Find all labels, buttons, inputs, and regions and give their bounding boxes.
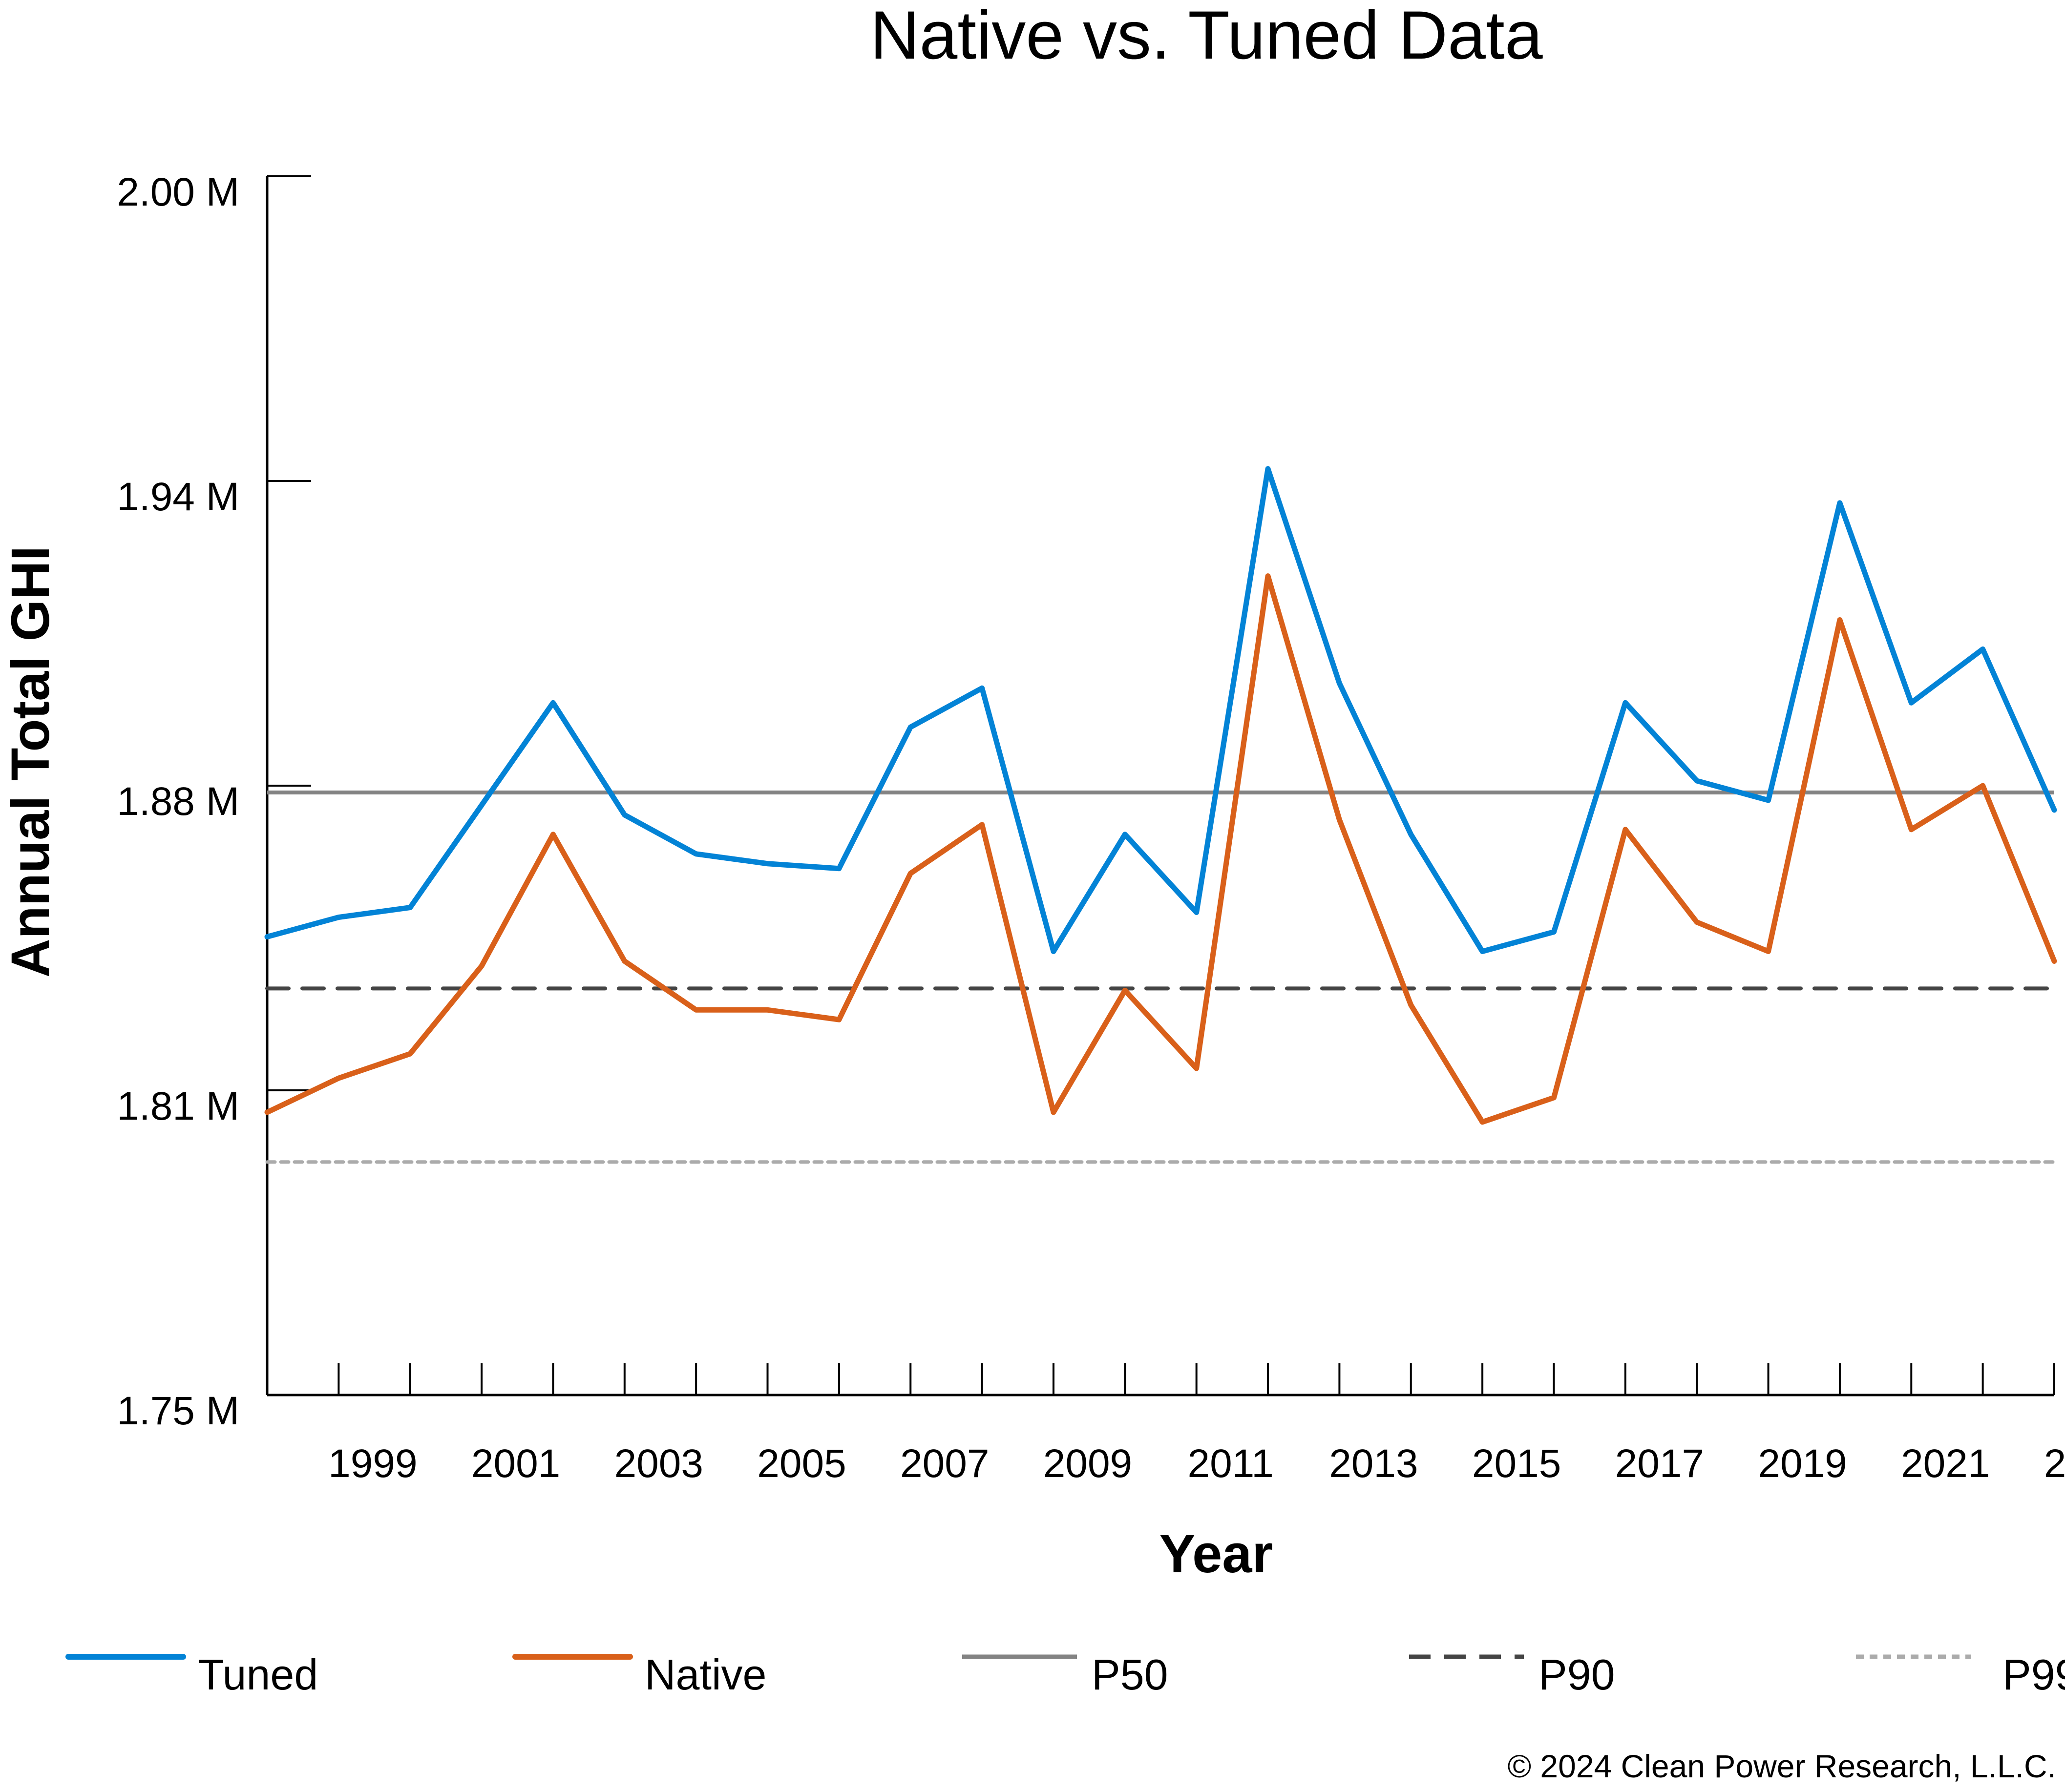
x-tick-label: 2003 (614, 1441, 703, 1486)
legend-label-p50: P50 (1092, 1650, 1168, 1699)
x-tick-label: 2009 (1043, 1441, 1132, 1486)
x-tick-label: 2001 (471, 1441, 560, 1486)
x-tick-label: 2005 (757, 1441, 846, 1486)
y-tick-label: 1.81 M (117, 1084, 239, 1128)
legend-label-p99: P99 (2002, 1650, 2065, 1699)
legend-label-tuned: Tuned (198, 1650, 318, 1699)
legend-label-native: Native (645, 1650, 766, 1699)
copyright-text: © 2024 Clean Power Research, L.L.C. (1507, 1748, 2056, 1784)
y-axis-title: Annual Total GHI (0, 546, 61, 978)
x-tick-label: 2019 (1758, 1441, 1847, 1486)
legend-label-p90: P90 (1538, 1650, 1615, 1699)
x-axis-title: Year (1159, 1524, 1273, 1584)
series-lines (264, 466, 2057, 1125)
x-tick-label: 2023 (2044, 1441, 2065, 1486)
x-tick-label: 1999 (328, 1441, 417, 1486)
chart: Native vs. Tuned Data Annual Total GHI Y… (0, 0, 2065, 1784)
chart-title: Native vs. Tuned Data (870, 0, 1543, 73)
y-tick-label: 1.94 M (117, 475, 239, 519)
legend: Tuned Native P50 P90 P99 (65, 1650, 2065, 1699)
series-line-native (264, 573, 2057, 1125)
x-tick-label: 2015 (1472, 1441, 1561, 1486)
x-tick-label: 2017 (1615, 1441, 1704, 1486)
y-tick-label: 1.75 M (117, 1389, 239, 1433)
x-tick-label: 2013 (1329, 1441, 1418, 1486)
y-tick-label: 2.00 M (117, 170, 239, 214)
x-tick-label: 2021 (1901, 1441, 1990, 1486)
axes: 1.75 M 1.81 M 1.88 M 1.94 M 2.00 M 1999 2001 20… (117, 170, 2065, 1486)
x-tick-label: 2011 (1188, 1441, 1274, 1486)
x-tick-label: 2007 (900, 1441, 989, 1486)
y-tick-label: 1.88 M (117, 779, 239, 824)
reference-lines (265, 790, 2056, 1164)
